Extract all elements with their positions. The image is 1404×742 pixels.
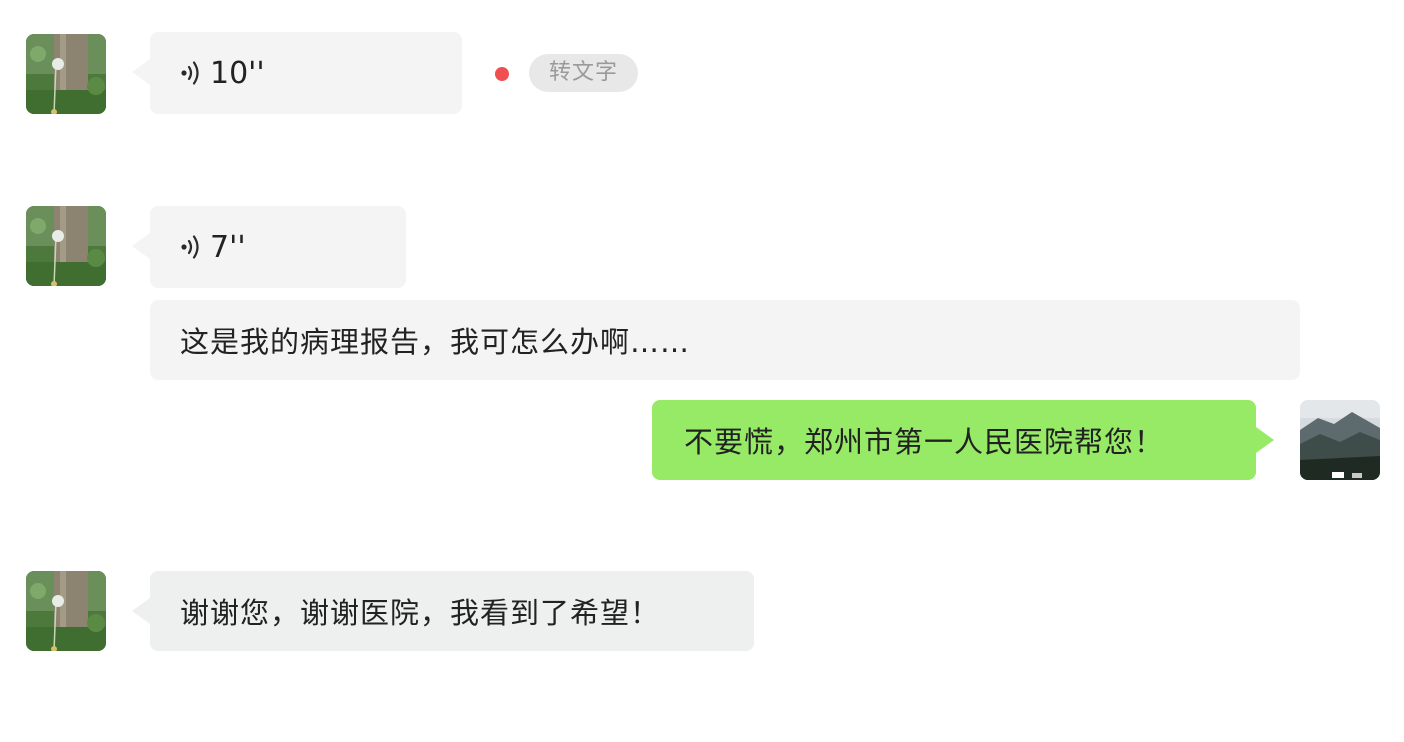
contact-avatar-image [26, 34, 106, 114]
voice-duration: 7'' [210, 229, 246, 265]
outgoing-message-bubble[interactable]: 不要慌，郑州市第一人民医院帮您！ [652, 400, 1274, 480]
text-message-bubble[interactable]: 谢谢您，谢谢医院，我看到了希望！ [132, 571, 754, 651]
unread-dot [495, 67, 509, 81]
contact-avatar[interactable] [26, 571, 106, 651]
message-text: 谢谢您，谢谢医院，我看到了希望！ [180, 596, 661, 630]
my-avatar-image [1300, 400, 1380, 480]
contact-avatar[interactable] [26, 34, 106, 114]
contact-avatar[interactable] [26, 206, 106, 286]
voice-wave-icon [180, 233, 204, 261]
voice-duration: 10'' [210, 55, 265, 91]
voice-wave-icon [180, 59, 204, 87]
message-text: 这是我的病理报告，我可怎么办啊…… [180, 325, 691, 359]
my-avatar[interactable] [1300, 400, 1380, 480]
message-text: 不要慌，郑州市第一人民医院帮您！ [684, 425, 1165, 459]
contact-avatar-image [26, 206, 106, 286]
voice-message-bubble[interactable]: 7'' [132, 206, 406, 288]
voice-message-bubble[interactable]: 10'' [132, 32, 462, 114]
text-message-bubble[interactable]: 这是我的病理报告，我可怎么办啊…… [150, 300, 1300, 380]
contact-avatar-image [26, 571, 106, 651]
transcribe-button[interactable]: 转文字 [529, 54, 639, 92]
